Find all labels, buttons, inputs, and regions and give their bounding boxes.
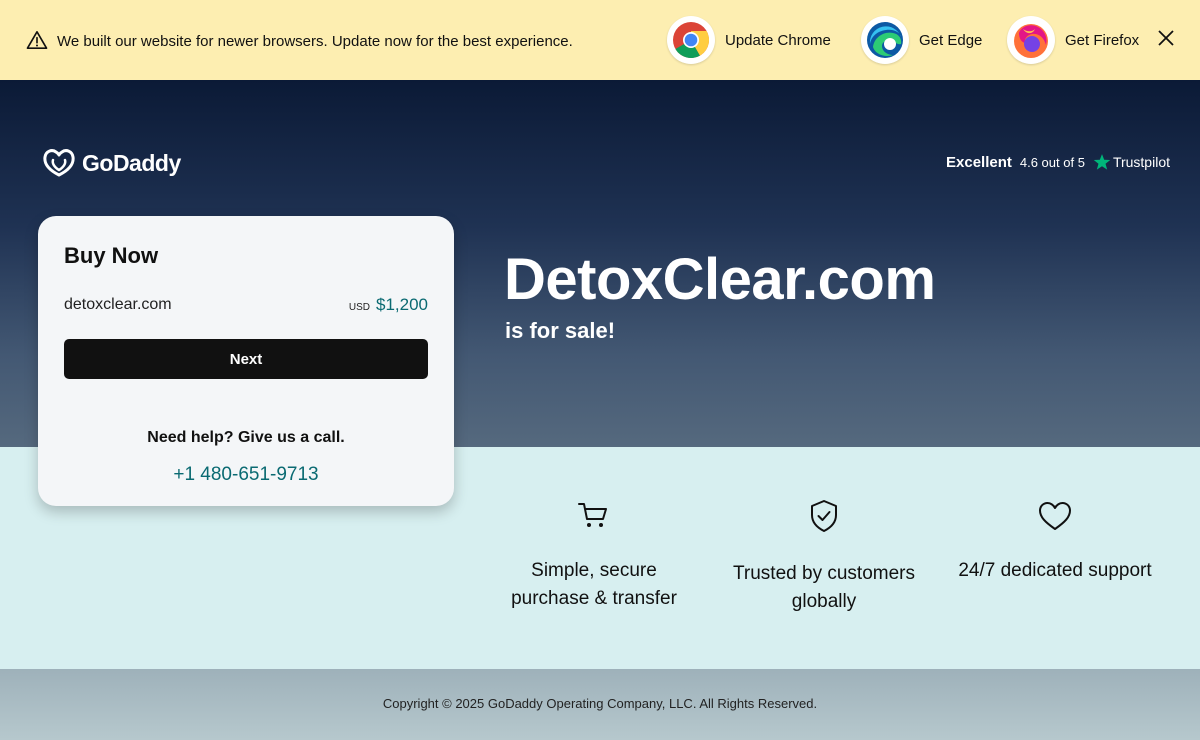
feature-text-line2: globally xyxy=(791,591,857,612)
for-sale-subtitle: is for sale! xyxy=(505,318,616,343)
buy-now-card: Buy Now detoxclear.com USD $1,200 Next N… xyxy=(38,216,454,506)
get-edge-label: Get Edge xyxy=(919,31,983,49)
chrome-icon xyxy=(667,16,715,64)
rating-score: 4.6 out of 5 xyxy=(1019,154,1085,170)
firefox-icon xyxy=(1007,16,1055,64)
close-banner-icon[interactable] xyxy=(1155,27,1177,49)
cart-icon xyxy=(578,503,607,527)
star-icon xyxy=(1093,154,1111,170)
edge-icon xyxy=(861,16,909,64)
heart-icon xyxy=(1039,502,1071,530)
feature-text-line1: Simple, secure xyxy=(531,560,657,581)
feature-trusted: Trusted by customers globally xyxy=(714,498,934,616)
phone-link[interactable]: +1 480-651-9713 xyxy=(38,464,454,486)
shield-check-icon xyxy=(811,500,837,532)
copyright-text: Copyright © 2025 GoDaddy Operating Compa… xyxy=(382,696,818,711)
rating-word: Excellent xyxy=(946,153,1012,171)
feature-support: 24/7 dedicated support xyxy=(940,500,1170,585)
brand-name: GoDaddy xyxy=(82,149,181,176)
feature-text-line1: Trusted by customers xyxy=(733,563,915,584)
trustpilot-rating[interactable]: Excellent 4.6 out of 5 Trustpilot xyxy=(946,153,1170,171)
update-chrome-label: Update Chrome xyxy=(725,31,831,49)
card-domain-name: detoxclear.com xyxy=(64,296,172,313)
banner-message: We built our website for newer browsers.… xyxy=(57,33,573,50)
feature-text-line1: 24/7 dedicated support xyxy=(958,560,1152,581)
godaddy-heart-icon xyxy=(43,149,75,177)
footer: Copyright © 2025 GoDaddy Operating Compa… xyxy=(0,669,1200,740)
get-edge-link[interactable]: Get Edge xyxy=(861,16,982,64)
domain-title: DetoxClear.com xyxy=(504,247,936,312)
feature-secure-purchase: Simple, secure purchase & transfer xyxy=(494,500,694,613)
trustpilot-brand: Trustpilot xyxy=(1093,153,1170,171)
get-firefox-label: Get Firefox xyxy=(1065,31,1140,49)
trustpilot-label: Trustpilot xyxy=(1112,154,1170,170)
price: USD $1,200 xyxy=(349,295,428,315)
get-firefox-link[interactable]: Get Firefox xyxy=(1007,16,1139,64)
price-amount: $1,200 xyxy=(376,295,428,314)
update-chrome-link[interactable]: Update Chrome xyxy=(667,16,831,64)
godaddy-logo[interactable]: GoDaddy xyxy=(42,148,181,178)
next-button[interactable]: Next xyxy=(64,339,428,379)
help-text: Need help? Give us a call. xyxy=(147,429,345,446)
buy-now-heading: Buy Now xyxy=(64,243,159,268)
feature-text-line2: purchase & transfer xyxy=(511,588,677,609)
browser-update-banner: We built our website for newer browsers.… xyxy=(0,0,1200,80)
warning-icon xyxy=(26,31,48,49)
price-currency: USD xyxy=(348,302,370,313)
